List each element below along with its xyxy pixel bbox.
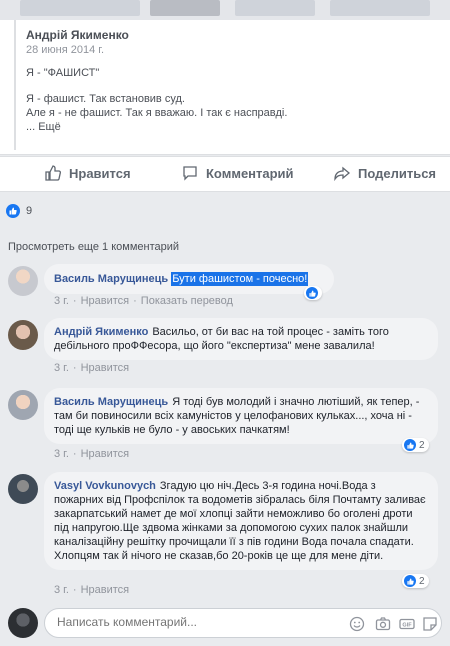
share-button[interactable]: Поделиться <box>334 165 436 181</box>
thumbnail[interactable] <box>150 0 220 16</box>
comment-like-link[interactable]: Нравится <box>81 448 130 460</box>
gif-icon[interactable]: GIF <box>399 616 415 632</box>
share-label: Поделиться <box>358 165 437 181</box>
see-more-link[interactable]: ... Ещё <box>26 120 432 134</box>
post-line: Я - "ФАШИСТ" <box>26 67 100 79</box>
like-label: Нравится <box>69 165 131 181</box>
comment-reaction-badge[interactable] <box>304 286 322 300</box>
show-translation-link[interactable]: Показать перевод <box>141 295 233 307</box>
avatar[interactable] <box>8 474 38 504</box>
thumbs-up-icon <box>45 165 61 181</box>
sticker-icon[interactable] <box>422 616 438 632</box>
comment-reaction-badge[interactable]: 2 <box>402 574 429 588</box>
shared-post-card: Андрій Якименко 28 июня 2014 г. Я - "ФАШ… <box>0 20 450 155</box>
comment-text: Згадую цю ніч.Десь 3-я година ночі.Вода … <box>54 480 426 562</box>
post-author[interactable]: Андрій Якименко <box>26 28 432 42</box>
comment-like-link[interactable]: Нравится <box>81 584 130 596</box>
avatar[interactable] <box>8 390 38 420</box>
like-button[interactable]: Нравится <box>45 165 131 181</box>
comment-bubble: Василь Марущинець Бути фашистом - почесно… <box>44 264 334 294</box>
reaction-count: 2 <box>419 439 425 451</box>
share-icon <box>334 166 350 181</box>
like-reaction-icon <box>404 575 416 587</box>
comment-time[interactable]: 3 г. <box>54 584 69 596</box>
post-line: Я - фашист. Так встановив суд. <box>26 93 185 105</box>
reaction-summary[interactable]: 9 <box>6 204 32 218</box>
shared-post: Андрій Якименко 28 июня 2014 г. Я - "ФАШ… <box>14 20 442 150</box>
comment-meta: 3 г. · Нравится <box>54 584 130 596</box>
comment-time[interactable]: 3 г. <box>54 295 69 307</box>
comment-time[interactable]: 3 г. <box>54 448 69 460</box>
comment-time[interactable]: 3 г. <box>54 362 69 374</box>
reaction-count: 9 <box>26 205 33 217</box>
comment-input[interactable] <box>57 615 327 629</box>
post-line: Але я - не фашист. Так я вважаю. І так є… <box>26 107 288 119</box>
comment-like-link[interactable]: Нравится <box>81 362 130 374</box>
comment-reaction-badge[interactable]: 2 <box>402 438 429 452</box>
comment-meta: 3 г. · Нравится <box>54 362 130 374</box>
post-actions: Нравится Комментарий Поделиться <box>0 156 450 192</box>
thumbnail[interactable] <box>20 0 140 16</box>
current-user-avatar <box>8 608 38 638</box>
camera-icon[interactable] <box>375 616 391 632</box>
comment-author[interactable]: Василь Марущинець <box>54 273 168 285</box>
comment-bubble: Василь Марущинець Я тоді був молодий і зн… <box>44 388 438 444</box>
thumbnail[interactable] <box>330 0 430 16</box>
like-reaction-icon <box>404 439 416 451</box>
comment-author[interactable]: Андрій Якименко <box>54 326 148 338</box>
reaction-count: 2 <box>419 575 425 587</box>
comment-button[interactable]: Комментарий <box>182 165 294 181</box>
post-text: Я - "ФАШИСТ" Я - фашист. Так встановив с… <box>26 66 432 134</box>
avatar[interactable] <box>8 320 38 350</box>
comment-label: Комментарий <box>206 165 294 181</box>
comment-like-link[interactable]: Нравится <box>81 295 130 307</box>
comment-meta: 3 г. · Нравится <box>54 448 130 460</box>
comment-icon <box>183 166 197 181</box>
thumbnail-strip <box>0 0 450 20</box>
like-reaction-icon <box>306 287 318 299</box>
comment-composer: GIF <box>0 604 450 646</box>
emoji-icon[interactable] <box>349 616 365 632</box>
svg-text:GIF: GIF <box>402 623 412 629</box>
comment-input-box[interactable]: GIF <box>44 608 442 638</box>
comment-bubble: Андрій Якименко Васильо, от би вас на той… <box>44 318 438 360</box>
comment-bubble: Vasyl Vovkunovych Згадую цю ніч.Десь 3-я … <box>44 472 438 570</box>
comment-meta: 3 г. · Нравится · Показать перевод <box>54 295 233 307</box>
comment-text: Бути фашистом - почесно! <box>171 272 309 286</box>
post-line-gap <box>26 80 432 92</box>
post-date[interactable]: 28 июня 2014 г. <box>26 44 432 56</box>
comment-author[interactable]: Vasyl Vovkunovych <box>54 480 156 492</box>
view-more-comments-link[interactable]: Просмотреть еще 1 комментарий <box>8 241 179 253</box>
like-reaction-icon <box>6 204 20 218</box>
comment-author[interactable]: Василь Марущинець <box>54 396 168 408</box>
thumbnail[interactable] <box>235 0 315 16</box>
avatar[interactable] <box>8 266 38 296</box>
